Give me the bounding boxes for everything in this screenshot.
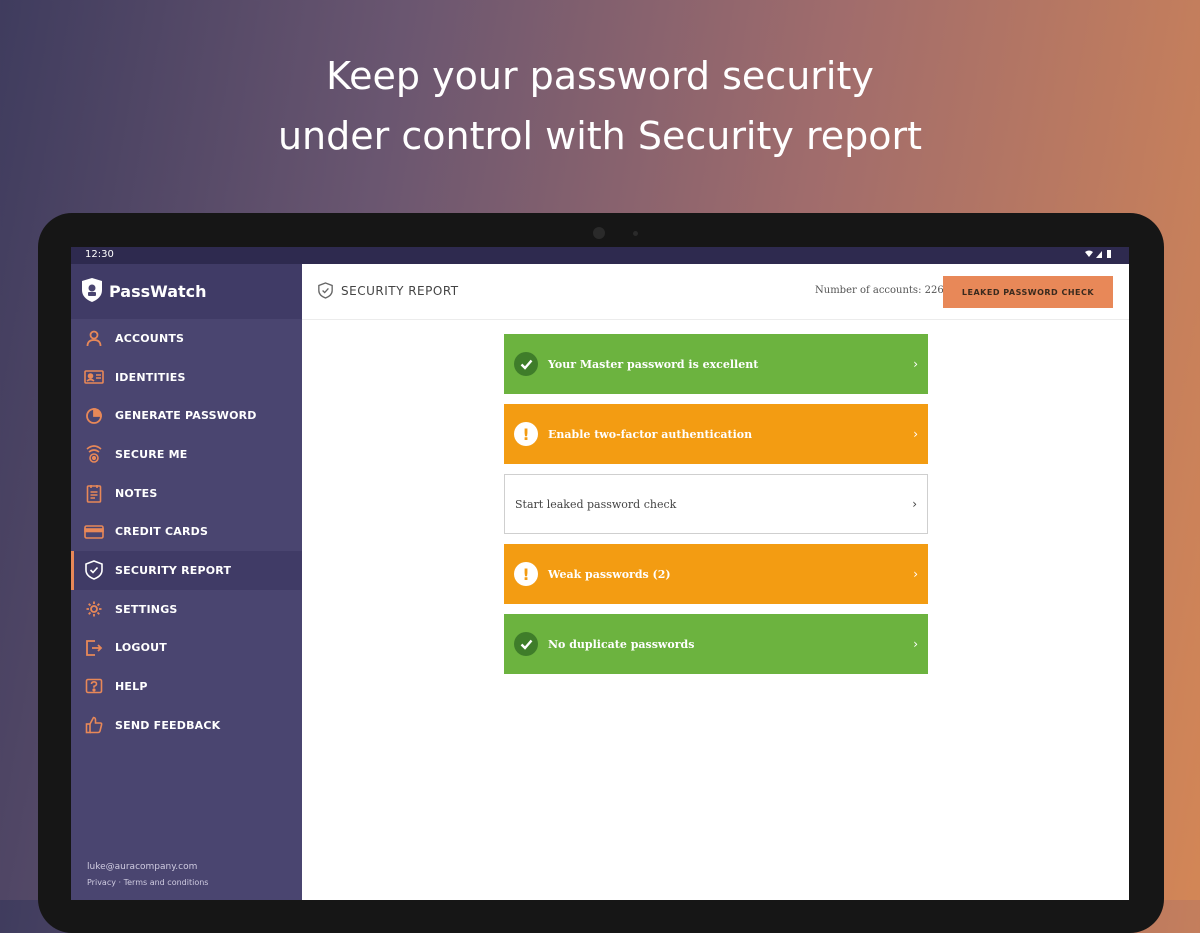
chevron-right-icon: › xyxy=(913,427,918,441)
sidebar-item-label: SEND FEEDBACK xyxy=(115,718,221,732)
footer-links: Privacy · Terms and conditions xyxy=(87,875,208,890)
check-icon xyxy=(514,352,538,376)
terms-link[interactable]: Terms and conditions xyxy=(124,878,209,887)
logout-icon xyxy=(83,637,105,659)
report-item-label: Start leaked password check xyxy=(515,497,677,511)
sidebar-item-identities[interactable]: IDENTITIES xyxy=(71,358,302,397)
status-bar: 12:30 xyxy=(71,247,1129,264)
id-card-icon xyxy=(83,366,105,388)
sensor-dot xyxy=(633,231,638,236)
sidebar-nav: ACCOUNTS IDENTITIES GENERATE PASSWORD SE… xyxy=(71,319,302,745)
check-icon xyxy=(514,632,538,656)
headline-line-1: Keep your password security xyxy=(326,54,874,98)
report-item-two-factor[interactable]: ! Enable two-factor authentication › xyxy=(504,404,928,464)
sidebar-item-label: SECURITY REPORT xyxy=(115,563,232,577)
report-item-leaked-check[interactable]: Start leaked password check › xyxy=(504,474,928,534)
top-bar: SECURITY REPORT Number of accounts: 226 … xyxy=(302,264,1129,320)
status-icons xyxy=(1085,249,1115,262)
report-item-label: No duplicate passwords xyxy=(548,637,695,651)
page-title: SECURITY REPORT xyxy=(341,284,459,298)
report-item-duplicate-passwords[interactable]: No duplicate passwords › xyxy=(504,614,928,674)
report-item-label: Weak passwords (2) xyxy=(548,567,671,581)
user-email: luke@auracompany.com xyxy=(87,862,198,872)
user-icon xyxy=(83,327,105,349)
sidebar-item-label: IDENTITIES xyxy=(115,370,186,384)
help-icon xyxy=(83,676,105,698)
report-item-label: Enable two-factor authentication xyxy=(548,427,753,441)
headline: Keep your password security under contro… xyxy=(0,46,1200,166)
chevron-right-icon: › xyxy=(912,497,917,511)
password-generator-icon xyxy=(83,405,105,427)
sidebar-item-send-feedback[interactable]: SEND FEEDBACK xyxy=(71,706,302,745)
sidebar-item-label: SETTINGS xyxy=(115,602,178,616)
camera-icon xyxy=(593,227,605,239)
app-name: PassWatch xyxy=(109,282,207,301)
sidebar-item-label: LOGOUT xyxy=(115,641,167,655)
sidebar-item-credit-cards[interactable]: CREDIT CARDS xyxy=(71,512,302,551)
sidebar-item-generate-password[interactable]: GENERATE PASSWORD xyxy=(71,396,302,435)
sidebar-item-label: HELP xyxy=(115,680,148,694)
sidebar-item-label: SECURE ME xyxy=(115,447,188,461)
secure-me-icon xyxy=(83,443,105,465)
shield-icon xyxy=(318,282,333,303)
chevron-right-icon: › xyxy=(913,637,918,651)
report-list: Your Master password is excellent › ! En… xyxy=(504,334,928,684)
report-item-weak-passwords[interactable]: ! Weak passwords (2) › xyxy=(504,544,928,604)
app-brand[interactable]: PassWatch xyxy=(71,264,302,319)
credit-card-icon xyxy=(83,521,105,543)
accounts-count: Number of accounts: 226 xyxy=(815,285,944,296)
headline-line-2: under control with Security report xyxy=(277,114,923,158)
sidebar: PassWatch ACCOUNTS IDENTITIES GENERATE P… xyxy=(71,264,302,900)
chevron-right-icon: › xyxy=(913,357,918,371)
passwatch-logo-icon xyxy=(81,277,103,307)
sidebar-item-help[interactable]: HELP xyxy=(71,667,302,706)
sidebar-item-label: CREDIT CARDS xyxy=(115,525,209,539)
warning-icon: ! xyxy=(514,562,538,586)
sidebar-item-label: GENERATE PASSWORD xyxy=(115,409,257,423)
sidebar-item-notes[interactable]: NOTES xyxy=(71,474,302,513)
sidebar-item-logout[interactable]: LOGOUT xyxy=(71,629,302,668)
sidebar-item-accounts[interactable]: ACCOUNTS xyxy=(71,319,302,358)
sidebar-item-label: ACCOUNTS xyxy=(115,331,185,345)
sidebar-item-settings[interactable]: SETTINGS xyxy=(71,590,302,629)
footer-separator: · xyxy=(118,878,122,887)
sidebar-item-secure-me[interactable]: SECURE ME xyxy=(71,435,302,474)
sidebar-footer: luke@auracompany.com Privacy · Terms and… xyxy=(87,860,208,890)
notes-icon xyxy=(83,482,105,504)
gear-icon xyxy=(83,598,105,620)
leaked-password-check-button[interactable]: LEAKED PASSWORD CHECK xyxy=(943,276,1113,308)
privacy-link[interactable]: Privacy xyxy=(87,878,116,887)
wifi-signal-battery-icon xyxy=(1085,250,1111,258)
sidebar-item-label: NOTES xyxy=(115,486,158,500)
status-time: 12:30 xyxy=(85,249,114,260)
warning-icon: ! xyxy=(514,422,538,446)
report-item-label: Your Master password is excellent xyxy=(548,357,759,371)
shield-check-icon xyxy=(83,559,105,581)
tablet-screen: 12:30 PassWatch ACCOUNTS IDENTITIES GENE… xyxy=(71,247,1129,900)
report-item-master-password[interactable]: Your Master password is excellent › xyxy=(504,334,928,394)
thumbs-up-icon xyxy=(83,714,105,736)
chevron-right-icon: › xyxy=(913,567,918,581)
sidebar-item-security-report[interactable]: SECURITY REPORT xyxy=(71,551,302,590)
